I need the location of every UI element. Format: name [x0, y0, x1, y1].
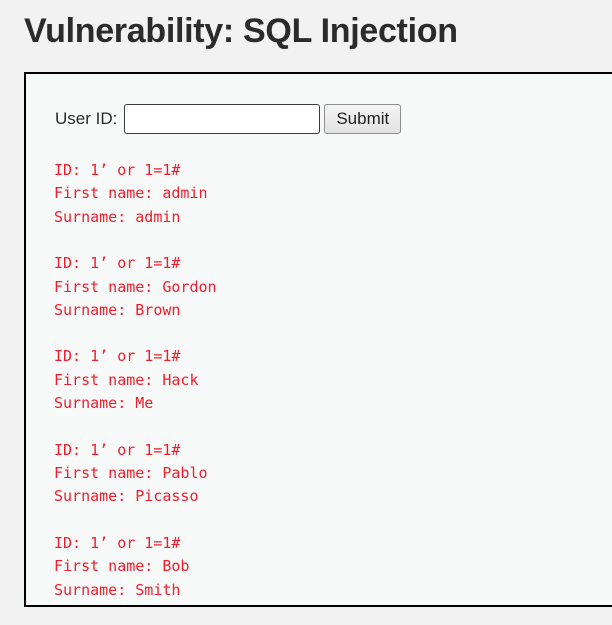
submit-button[interactable]: Submit — [324, 104, 402, 134]
user-id-form: User ID: Submit — [55, 104, 402, 134]
result-block: ID: 1’ or 1=1# First name: Pablo Surname: … — [54, 439, 217, 509]
result-id-line: ID: 1’ or 1=1# — [54, 440, 181, 459]
result-first-name-line: First name: Hack — [54, 370, 199, 389]
result-surname-line: Surname: admin — [54, 207, 181, 226]
result-first-name-line: First name: Gordon — [54, 277, 217, 296]
result-first-name-line: First name: Bob — [54, 557, 190, 576]
result-first-name-line: First name: admin — [54, 184, 208, 203]
result-block: ID: 1’ or 1=1# First name: Gordon Surname:… — [54, 252, 217, 322]
result-surname-line: Surname: Brown — [54, 301, 181, 320]
user-id-input[interactable] — [124, 104, 321, 134]
result-surname-line: Surname: Smith — [54, 580, 181, 599]
result-block: ID: 1’ or 1=1# First name: admin Surname: … — [54, 159, 217, 229]
result-id-line: ID: 1’ or 1=1# — [54, 161, 181, 179]
page-title: Vulnerability: SQL Injection — [24, 12, 458, 50]
result-id-line: ID: 1’ or 1=1# — [54, 533, 181, 552]
result-id-line: ID: 1’ or 1=1# — [54, 347, 181, 366]
result-surname-line: Surname: Me — [54, 394, 154, 413]
result-block: ID: 1’ or 1=1# First name: Hack Surname: M… — [54, 345, 217, 415]
result-id-line: ID: 1’ or 1=1# — [54, 254, 181, 273]
query-results: ID: 1’ or 1=1# First name: admin Surname: … — [54, 159, 217, 602]
result-surname-line: Surname: Picasso — [54, 487, 199, 506]
result-first-name-line: First name: Pablo — [54, 464, 208, 483]
vulnerability-panel: User ID: Submit ID: 1’ or 1=1# First name… — [24, 72, 612, 607]
result-block: ID: 1’ or 1=1# First name: Bob Surname: Sm… — [54, 532, 217, 602]
user-id-label: User ID: — [55, 109, 118, 128]
